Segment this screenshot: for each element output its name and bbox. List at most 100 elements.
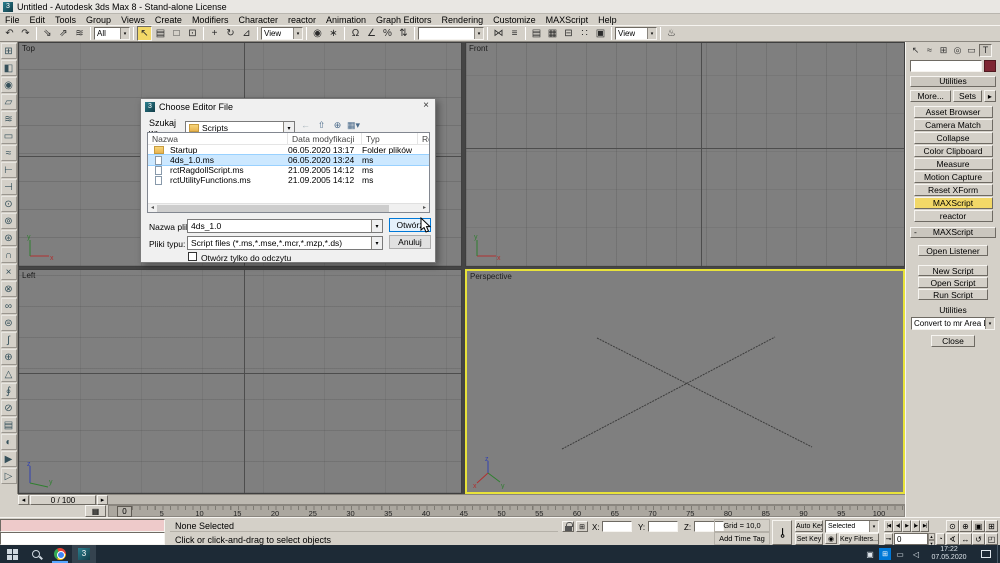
prismatic-constraint-icon[interactable]: ∞ [1, 298, 17, 314]
column-header-data-modyfikacji[interactable]: Data modyfikacji [288, 133, 362, 144]
x-coordinate-field[interactable] [602, 521, 632, 532]
key-filters-button[interactable]: Key Filters... [839, 533, 879, 545]
menu-edit[interactable]: Edit [25, 15, 51, 25]
maxscript-mini-listener[interactable] [0, 532, 165, 545]
motor-icon[interactable]: ∫ [1, 332, 17, 348]
snaps-toggle-icon[interactable]: Ω [348, 26, 363, 41]
material-editor-icon[interactable]: ∷ [577, 26, 592, 41]
tab-display[interactable]: ▭ [965, 44, 978, 57]
undo-icon[interactable]: ↶ [2, 26, 17, 41]
redo-icon[interactable]: ↷ [18, 26, 33, 41]
menu-animation[interactable]: Animation [321, 15, 371, 25]
chevron-down-icon[interactable]: ▾ [371, 220, 382, 232]
tray-icon-volume[interactable]: ◁ [909, 547, 923, 561]
column-header-ro[interactable]: Ro [418, 133, 430, 144]
select-object-icon[interactable]: ↖ [137, 26, 152, 41]
menu-character[interactable]: Character [233, 15, 283, 25]
viewport-left-label[interactable]: Left [22, 271, 35, 280]
absolute-offset-mode-toggle[interactable]: ⊞ [576, 521, 588, 532]
rope-collection-icon[interactable]: ▱ [1, 94, 17, 110]
utility-camera-match-button[interactable]: Camera Match [914, 119, 993, 131]
open-mini-curve-editor-button[interactable]: ▦ [85, 505, 106, 517]
align-icon[interactable]: ≡ [507, 26, 522, 41]
file-list[interactable]: NazwaData modyfikacjiTypRo Startup06.05.… [147, 132, 430, 213]
maxscript-utilities-dropdown[interactable]: Convert to mr Area Li ▾ [911, 317, 995, 330]
preview-animation-icon[interactable]: ▶ [1, 451, 17, 467]
chevron-down-icon[interactable]: ▾ [647, 28, 656, 39]
set-key-toggle[interactable]: Set Key [795, 533, 823, 545]
collapse-rollout-icon[interactable]: - [914, 228, 917, 237]
spinner-snap-icon[interactable]: ⇅ [396, 26, 411, 41]
file-row[interactable]: Startup06.05.2020 13:17Folder plików [148, 145, 429, 155]
current-frame-marker[interactable]: 0 [117, 506, 132, 517]
mirror-icon[interactable]: ⋈ [491, 26, 506, 41]
schematic-view-icon[interactable]: ⊟ [561, 26, 576, 41]
wind-icon[interactable]: ⊕ [1, 349, 17, 365]
auto-key-toggle[interactable]: Auto Key [795, 520, 823, 532]
viewport-perspective[interactable]: Perspective z x y [465, 269, 905, 494]
selection-set-dropdown[interactable]: Selected ▾ [825, 520, 879, 533]
add-time-tag[interactable]: Add Time Tag [714, 532, 770, 545]
named-selection-sets-dropdown[interactable]: ▾ [418, 27, 484, 40]
start-button[interactable] [0, 545, 24, 563]
utilities-rollout-header[interactable]: Utilities [910, 76, 996, 87]
spline-objects[interactable] [467, 271, 905, 494]
menu-rendering[interactable]: Rendering [437, 15, 489, 25]
tray-icon-apps[interactable]: ▣ [863, 547, 877, 561]
l-motor-icon[interactable]: ⊜ [1, 315, 17, 331]
menu-maxscript[interactable]: MAXScript [541, 15, 594, 25]
chevron-down-icon[interactable]: ▾ [293, 28, 302, 39]
frame-spinner[interactable]: ▲▼ [928, 533, 935, 545]
close-utility-button[interactable]: Close [931, 335, 975, 347]
maxscript-run-script-button[interactable]: Run Script [918, 289, 988, 300]
time-configuration-button[interactable]: ◔ [936, 533, 945, 545]
menu-help[interactable]: Help [593, 15, 622, 25]
play-animation-button[interactable]: ▶ [902, 520, 911, 532]
column-header-nazwa[interactable]: Nazwa [148, 133, 288, 144]
select-and-move-icon[interactable]: + [207, 26, 222, 41]
viewport-left[interactable]: Left z y [18, 269, 462, 494]
time-slider-button[interactable]: 0 / 100 [30, 495, 96, 505]
cancel-button[interactable]: Anuluj [389, 235, 431, 249]
select-and-manipulate-icon[interactable]: ∗ [326, 26, 341, 41]
point-world-constraint-icon[interactable]: ⊛ [1, 230, 17, 246]
taskbar-3dsmax-button[interactable]: 3 [72, 545, 96, 563]
viewport-front-label[interactable]: Front [469, 44, 488, 53]
open-property-editor-icon[interactable]: ▤ [1, 417, 17, 433]
cloth-collection-icon[interactable]: ◧ [1, 60, 17, 76]
tray-icon-display[interactable]: ▭ [893, 547, 907, 561]
selection-filter-dropdown[interactable]: All▾ [94, 27, 130, 40]
file-row[interactable]: rctUtilityFunctions.ms21.09.2005 14:12ms [148, 175, 429, 185]
hinge-constraint-icon[interactable]: ∩ [1, 247, 17, 263]
file-row[interactable]: rctRagdollScript.ms21.09.2005 14:12ms [148, 165, 429, 175]
linear-dashpot-icon[interactable]: ⊢ [1, 162, 17, 178]
taskbar-clock[interactable]: 17:22 07.05.2020 [923, 546, 975, 562]
viewport-front[interactable]: Front x y [465, 42, 905, 267]
views-menu-button[interactable]: ▦▾ [347, 119, 360, 132]
utility-reset-xform-button[interactable]: Reset XForm [914, 184, 993, 196]
select-and-scale-icon[interactable]: ⊿ [239, 26, 254, 41]
field-of-view-icon[interactable]: ∢ [946, 533, 959, 545]
read-only-checkbox[interactable] [188, 252, 197, 261]
utility-measure-button[interactable]: Measure [914, 158, 993, 170]
curve-editor-icon[interactable]: ▦ [545, 26, 560, 41]
y-coordinate-field[interactable] [648, 521, 678, 532]
time-slider[interactable]: ◂ 0 / 100 ▸ [18, 494, 905, 505]
file-type-dropdown[interactable]: Script files (*.ms,*.mse,*.mcr,*.mzp,*.d… [187, 236, 383, 250]
maximize-viewport-toggle-icon[interactable]: ◰ [985, 533, 998, 545]
track-bar[interactable]: 0 51015202530354045505560657075808590951… [108, 505, 905, 517]
tray-icon-blue-app[interactable]: ⊞ [879, 548, 891, 560]
go-to-start-button[interactable]: |◀ [884, 520, 893, 532]
current-frame-field[interactable]: 0 [894, 533, 928, 545]
spring-icon[interactable]: ≈ [1, 145, 17, 161]
more-utilities-button[interactable]: More... [910, 90, 951, 102]
menu-views[interactable]: Views [116, 15, 150, 25]
select-and-link-icon[interactable]: ⇘ [40, 26, 55, 41]
bind-to-space-warp-icon[interactable]: ≋ [72, 26, 87, 41]
next-frame-button[interactable]: |▶ [911, 520, 920, 532]
default-in-out-tangents-button[interactable]: ◉ [825, 533, 837, 544]
maxscript-mini-listener-macro[interactable] [0, 519, 165, 532]
column-header-typ[interactable]: Typ [362, 133, 418, 144]
chevron-down-icon[interactable]: ▾ [869, 521, 878, 532]
toy-car-icon[interactable]: ∮ [1, 383, 17, 399]
